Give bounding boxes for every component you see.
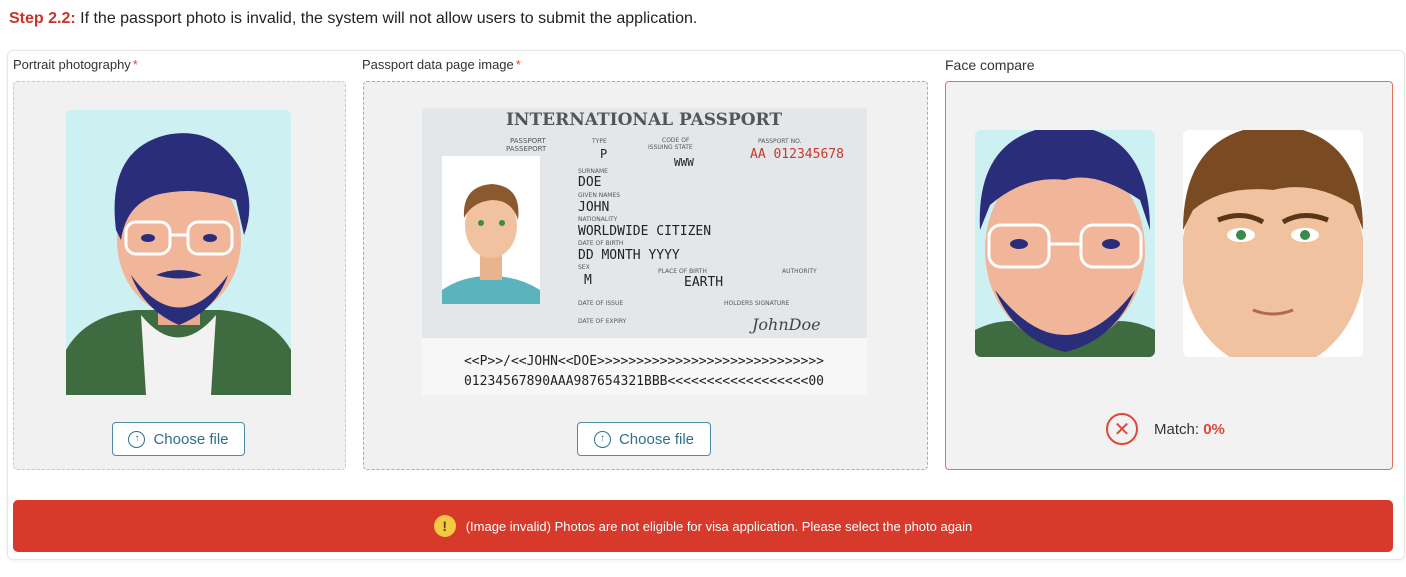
pob-value: EARTH (684, 275, 723, 290)
button-label: Choose file (153, 430, 229, 448)
issuing-state: WWW (674, 156, 694, 169)
portrait-label: Portrait photography * (13, 57, 138, 72)
passport-type: P (600, 147, 607, 161)
given-names-label: GIVEN NAMES (578, 192, 620, 199)
nationality-value: WORLDWIDE CITIZEN (578, 224, 711, 239)
match-text: Match: 0% (1154, 421, 1225, 438)
step-label: Step 2.2: (9, 10, 76, 27)
invalid-image-alert: ! (Image invalid) Photos are not eligibl… (13, 500, 1393, 552)
number-heading: PASSPORT NO. (758, 138, 802, 145)
passport-choose-file-button[interactable]: ↑ Choose file (577, 422, 711, 456)
face-compare-passport-photo (1183, 130, 1363, 357)
mrz-line-2: 01234567890AAA987654321BBB<<<<<<<<<<<<<<… (464, 374, 824, 389)
close-circle-icon: ✕ (1106, 413, 1138, 445)
sex-value: M (584, 273, 592, 288)
portrait-label-text: Portrait photography (13, 57, 131, 72)
passport-title: INTERNATIONAL PASSPORT (506, 110, 782, 130)
step-instruction: Step 2.2: If the passport photo is inval… (9, 10, 697, 28)
nationality-label: NATIONALITY (578, 216, 618, 223)
portrait-photo (66, 110, 291, 395)
surname-value: DOE (578, 175, 601, 190)
given-names-value: JOHN (578, 200, 609, 215)
signature-label: HOLDERS SIGNATURE (724, 300, 789, 307)
passport-number: AA 012345678 (750, 147, 844, 162)
required-mark: * (515, 57, 521, 72)
surname-label: SURNAME (578, 168, 608, 175)
alert-message: (Image invalid) Photos are not eligible … (465, 518, 973, 534)
required-mark: * (132, 57, 138, 72)
passeport-heading: PASSEPORT (506, 145, 547, 153)
dob-value: DD MONTH YYYY (578, 248, 680, 263)
passport-data-page-image: INTERNATIONAL PASSPORT PASSPORT PASSEPOR… (422, 108, 867, 395)
code-heading-1: CODE OF (662, 137, 690, 144)
passport-label: Passport data page image * (362, 57, 521, 72)
mrz-line-1: <<P>>/<<JOHN<<DOE>>>>>>>>>>>>>>>>>>>>>>>… (464, 354, 824, 369)
sex-label: SEX (578, 264, 590, 271)
match-percentage: 0% (1203, 420, 1225, 438)
code-heading-2: ISSUING STATE (648, 144, 693, 151)
upload-icon: ↑ (128, 430, 146, 448)
issue-date-label: DATE OF ISSUE (578, 300, 623, 307)
upload-icon: ↑ (593, 430, 611, 448)
authority-label: AUTHORITY (782, 268, 817, 275)
warning-icon: ! (433, 515, 456, 537)
dob-label: DATE OF BIRTH (578, 240, 623, 247)
face-compare-label: Face compare (945, 57, 1035, 73)
passport-label-text: Passport data page image (362, 57, 514, 72)
holder-signature: JohnDoe (749, 315, 821, 334)
face-compare-portrait (975, 130, 1155, 357)
match-label: Match: (1154, 420, 1200, 438)
type-heading: TYPE (591, 138, 607, 145)
match-result: ✕ Match: 0% (1106, 413, 1225, 445)
button-label: Choose file (618, 430, 695, 448)
expiry-label: DATE OF EXPIRY (578, 318, 627, 325)
portrait-choose-file-button[interactable]: ↑ Choose file (112, 422, 245, 456)
pob-label: PLACE OF BIRTH (658, 268, 707, 275)
passport-heading: PASSPORT (510, 137, 547, 145)
step-text: If the passport photo is invalid, the sy… (75, 10, 698, 27)
